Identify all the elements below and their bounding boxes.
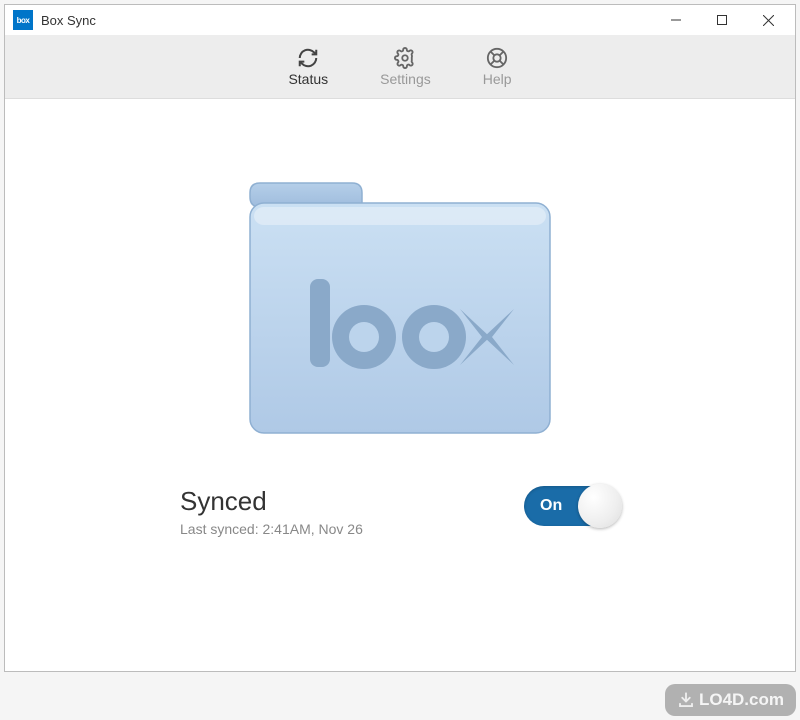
maximize-button[interactable] (699, 5, 745, 35)
window-title: Box Sync (41, 13, 653, 28)
titlebar: box Box Sync (5, 5, 795, 35)
tab-status-label: Status (288, 71, 328, 87)
box-folder-illustration (230, 159, 570, 444)
gear-icon (394, 47, 416, 69)
sync-toggle[interactable]: On (524, 486, 620, 526)
app-icon: box (13, 10, 33, 30)
status-row: Synced Last synced: 2:41AM, Nov 26 On (180, 486, 620, 537)
content-area: Synced Last synced: 2:41AM, Nov 26 On (5, 99, 795, 671)
tab-help[interactable]: Help (483, 47, 512, 87)
tab-settings-label: Settings (380, 71, 431, 87)
window-controls (653, 5, 791, 35)
folder-icon (230, 159, 570, 439)
watermark-text: LO4D.com (699, 690, 784, 710)
last-synced-label: Last synced: 2:41AM, Nov 26 (180, 521, 363, 537)
minimize-icon (671, 15, 681, 25)
app-icon-text: box (17, 16, 30, 25)
status-text-column: Synced Last synced: 2:41AM, Nov 26 (180, 486, 363, 537)
maximize-icon (717, 15, 727, 25)
sync-status-title: Synced (180, 486, 363, 517)
tab-status[interactable]: Status (288, 47, 328, 87)
minimize-button[interactable] (653, 5, 699, 35)
tab-help-label: Help (483, 71, 512, 87)
watermark: LO4D.com (665, 684, 796, 716)
download-icon (677, 691, 695, 709)
toolbar: Status Settings Help (5, 35, 795, 99)
app-window: box Box Sync Status (4, 4, 796, 672)
sync-toggle-label: On (540, 497, 562, 515)
close-icon (763, 15, 774, 26)
close-button[interactable] (745, 5, 791, 35)
lifebuoy-icon (486, 47, 508, 69)
sync-toggle-knob (578, 484, 622, 528)
sync-icon (297, 47, 319, 69)
tab-settings[interactable]: Settings (380, 47, 431, 87)
